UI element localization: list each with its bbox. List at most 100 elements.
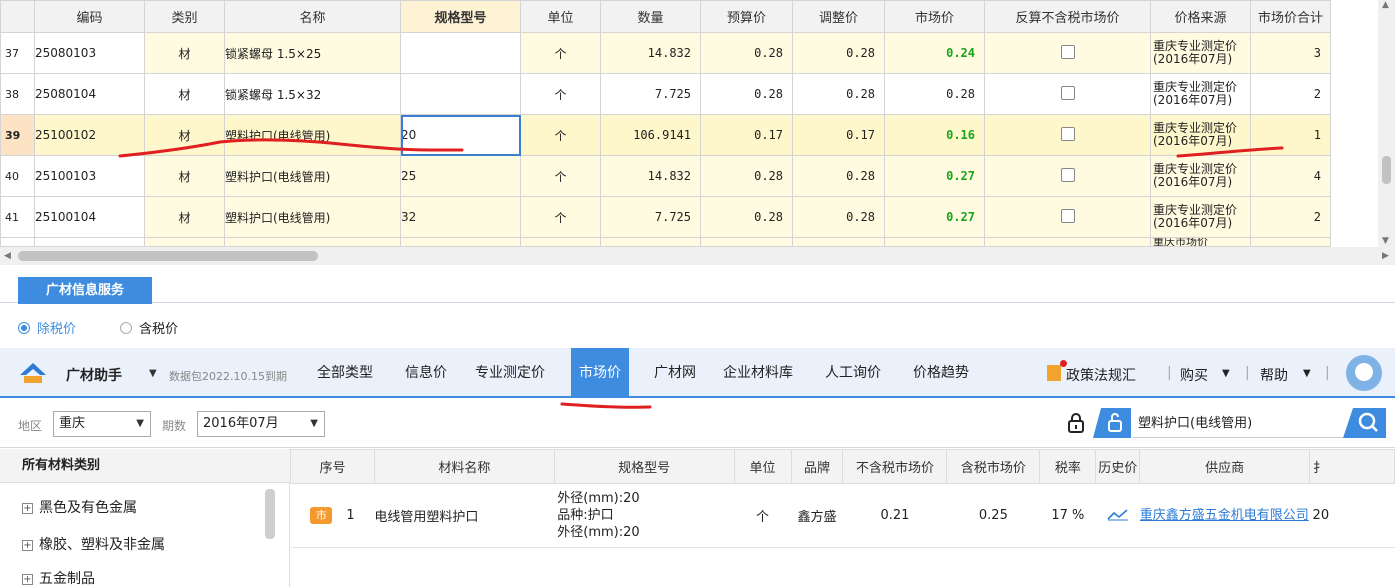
reverse-checkbox[interactable]: [1060, 44, 1075, 59]
period-select[interactable]: 2016年07月 ▼: [197, 411, 325, 437]
source-cell[interactable]: 重庆专业测定价 (2016年07月): [1150, 196, 1251, 238]
expand-plus-icon[interactable]: +: [22, 540, 33, 551]
expand-plus-icon[interactable]: +: [22, 574, 33, 585]
col-header-name[interactable]: 名称: [224, 0, 401, 33]
adjust-cell[interactable]: 0.17: [792, 114, 885, 156]
type-cell[interactable]: 材: [144, 114, 225, 156]
qty-cell[interactable]: 7.725: [600, 73, 701, 115]
source-cell[interactable]: 重庆专业测定价 (2016年07月): [1150, 155, 1251, 197]
tab-professional-price[interactable]: 专业测定价: [475, 348, 545, 396]
market-price-cell[interactable]: 0.16: [884, 114, 985, 156]
col-header-spec[interactable]: 规格型号: [553, 449, 735, 484]
tab-market-price[interactable]: 市场价: [571, 348, 629, 396]
help-caret-icon[interactable]: ▼: [1303, 368, 1311, 379]
col-header-adjust[interactable]: 调整价: [792, 0, 885, 33]
source-cell[interactable]: 重庆专业测定价 (2016年07月): [1150, 114, 1251, 156]
code-cell[interactable]: 25100103: [34, 155, 145, 197]
service-tab[interactable]: 广材信息服务: [18, 277, 152, 304]
code-cell[interactable]: 25080103: [34, 32, 145, 74]
material-name-cell[interactable]: 电线管用塑料护口: [374, 483, 555, 548]
price-ex-cell[interactable]: 0.21: [842, 483, 947, 548]
table-row[interactable]: 41 25100104 材 塑料护口(电线管用) 32 个 7.725 0.28…: [0, 196, 1331, 238]
table-row[interactable]: 市1 电线管用塑料护口 外径(mm):20 品种:护口 外径(mm):20 个 …: [290, 483, 1395, 548]
name-cell[interactable]: 塑料护口(电线管用): [224, 155, 401, 197]
category-item[interactable]: + 黑色及有色金属: [22, 497, 137, 517]
table-row[interactable]: 38 25080104 材 锁紧螺母 1.5×32 个 7.725 0.28 0…: [0, 73, 1331, 115]
unit-cell[interactable]: 个: [520, 114, 601, 156]
col-header-no[interactable]: 序号: [290, 449, 375, 484]
brand-dropdown-caret-icon[interactable]: ▼: [149, 368, 157, 379]
tab-enterprise-library[interactable]: 企业材料库: [723, 348, 793, 396]
scroll-up-icon[interactable]: ▲: [1382, 0, 1389, 10]
scroll-right-icon[interactable]: ▶: [1382, 251, 1389, 261]
row-number[interactable]: 37: [0, 32, 35, 74]
spec-cell[interactable]: 25: [400, 155, 521, 197]
budget-cell[interactable]: 0.17: [700, 114, 793, 156]
col-header-price-inc[interactable]: 含税市场价: [946, 449, 1041, 484]
table-row-partial[interactable]: 重庆市场价: [0, 237, 1331, 247]
tab-manual-inquiry[interactable]: 人工询价: [825, 348, 881, 396]
source-cell[interactable]: 重庆市场价: [1150, 237, 1251, 247]
total-cell[interactable]: 3: [1250, 32, 1331, 74]
tab-price-trend[interactable]: 价格趋势: [913, 348, 969, 396]
source-cell[interactable]: 重庆专业测定价 (2016年07月): [1150, 73, 1251, 115]
col-header-reverse[interactable]: 反算不含税市场价: [984, 0, 1151, 33]
table-row[interactable]: 37 25080103 材 锁紧螺母 1.5×25 个 14.832 0.28 …: [0, 32, 1331, 74]
vertical-scroll-thumb[interactable]: [1382, 156, 1391, 184]
market-price-cell[interactable]: 0.24: [884, 32, 985, 74]
budget-cell[interactable]: 0.28: [700, 32, 793, 74]
type-cell[interactable]: 材: [144, 73, 225, 115]
unit-cell[interactable]: 个: [734, 483, 791, 548]
name-cell[interactable]: 塑料护口(电线管用): [224, 196, 401, 238]
spec-edit-cell[interactable]: 20: [400, 114, 521, 156]
unit-cell[interactable]: 个: [520, 196, 601, 238]
brand-name[interactable]: 广材助手: [66, 365, 122, 385]
budget-cell[interactable]: 0.28: [700, 73, 793, 115]
reverse-checkbox-cell[interactable]: [984, 73, 1151, 115]
name-cell[interactable]: 塑料护口(电线管用): [224, 114, 401, 156]
grid-horizontal-scrollbar[interactable]: ◀ ▶: [0, 247, 1395, 265]
reverse-checkbox[interactable]: [1060, 85, 1075, 100]
extra-cell[interactable]: 20: [1309, 483, 1395, 548]
region-select[interactable]: 重庆 ▼: [53, 411, 151, 437]
row-number[interactable]: 39: [0, 114, 35, 156]
total-cell[interactable]: 1: [1250, 114, 1331, 156]
radio-inc-tax[interactable]: 含税价: [120, 318, 178, 337]
category-item[interactable]: + 橡胶、塑料及非金属: [22, 534, 165, 554]
category-scroll-thumb[interactable]: [265, 489, 275, 539]
category-item[interactable]: + 五金制品: [22, 568, 95, 588]
help-menu[interactable]: 帮助: [1260, 365, 1288, 385]
total-cell[interactable]: 2: [1250, 73, 1331, 115]
unit-cell[interactable]: 个: [520, 73, 601, 115]
table-row[interactable]: 40 25100103 材 塑料护口(电线管用) 25 个 14.832 0.2…: [0, 155, 1331, 197]
supplier-link[interactable]: 重庆鑫方盛五金机电有限公司: [1139, 483, 1310, 548]
reverse-checkbox-cell[interactable]: [984, 114, 1151, 156]
price-inc-cell[interactable]: 0.25: [946, 483, 1040, 548]
trend-chart-icon[interactable]: [1107, 507, 1129, 521]
adjust-cell[interactable]: 0.28: [792, 73, 885, 115]
table-row-selected[interactable]: 39 25100102 材 塑料护口(电线管用) 20 个 106.9141 0…: [0, 114, 1331, 156]
total-cell[interactable]: 2: [1250, 196, 1331, 238]
spec-cell[interactable]: 外径(mm):20 品种:护口 外径(mm):20: [554, 483, 735, 548]
spec-cell[interactable]: [400, 73, 521, 115]
market-price-cell[interactable]: 0.27: [884, 196, 985, 238]
reverse-checkbox[interactable]: [1060, 167, 1075, 182]
radio-dot[interactable]: [120, 321, 133, 334]
budget-cell[interactable]: 0.28: [700, 196, 793, 238]
name-cell[interactable]: 锁紧螺母 1.5×25: [224, 32, 401, 74]
col-header-history[interactable]: 历史价: [1095, 449, 1141, 484]
code-cell[interactable]: 25100102: [34, 114, 145, 156]
policy-book-icon[interactable]: [1047, 365, 1061, 381]
qty-cell[interactable]: 14.832: [600, 155, 701, 197]
col-header-tax[interactable]: 税率: [1039, 449, 1097, 484]
search-input[interactable]: 塑料护口(电线管用): [1133, 410, 1343, 438]
tab-all-types[interactable]: 全部类型: [317, 348, 373, 396]
col-header-spec[interactable]: 规格型号: [400, 0, 521, 33]
policy-link[interactable]: 政策法规汇: [1066, 365, 1136, 385]
lock-icon[interactable]: [1066, 412, 1086, 434]
row-number[interactable]: 40: [0, 155, 35, 197]
radio-dot-selected[interactable]: [18, 321, 30, 334]
tax-cell[interactable]: 17 %: [1039, 483, 1096, 548]
col-header-unit[interactable]: 单位: [520, 0, 601, 33]
total-cell[interactable]: 4: [1250, 155, 1331, 197]
